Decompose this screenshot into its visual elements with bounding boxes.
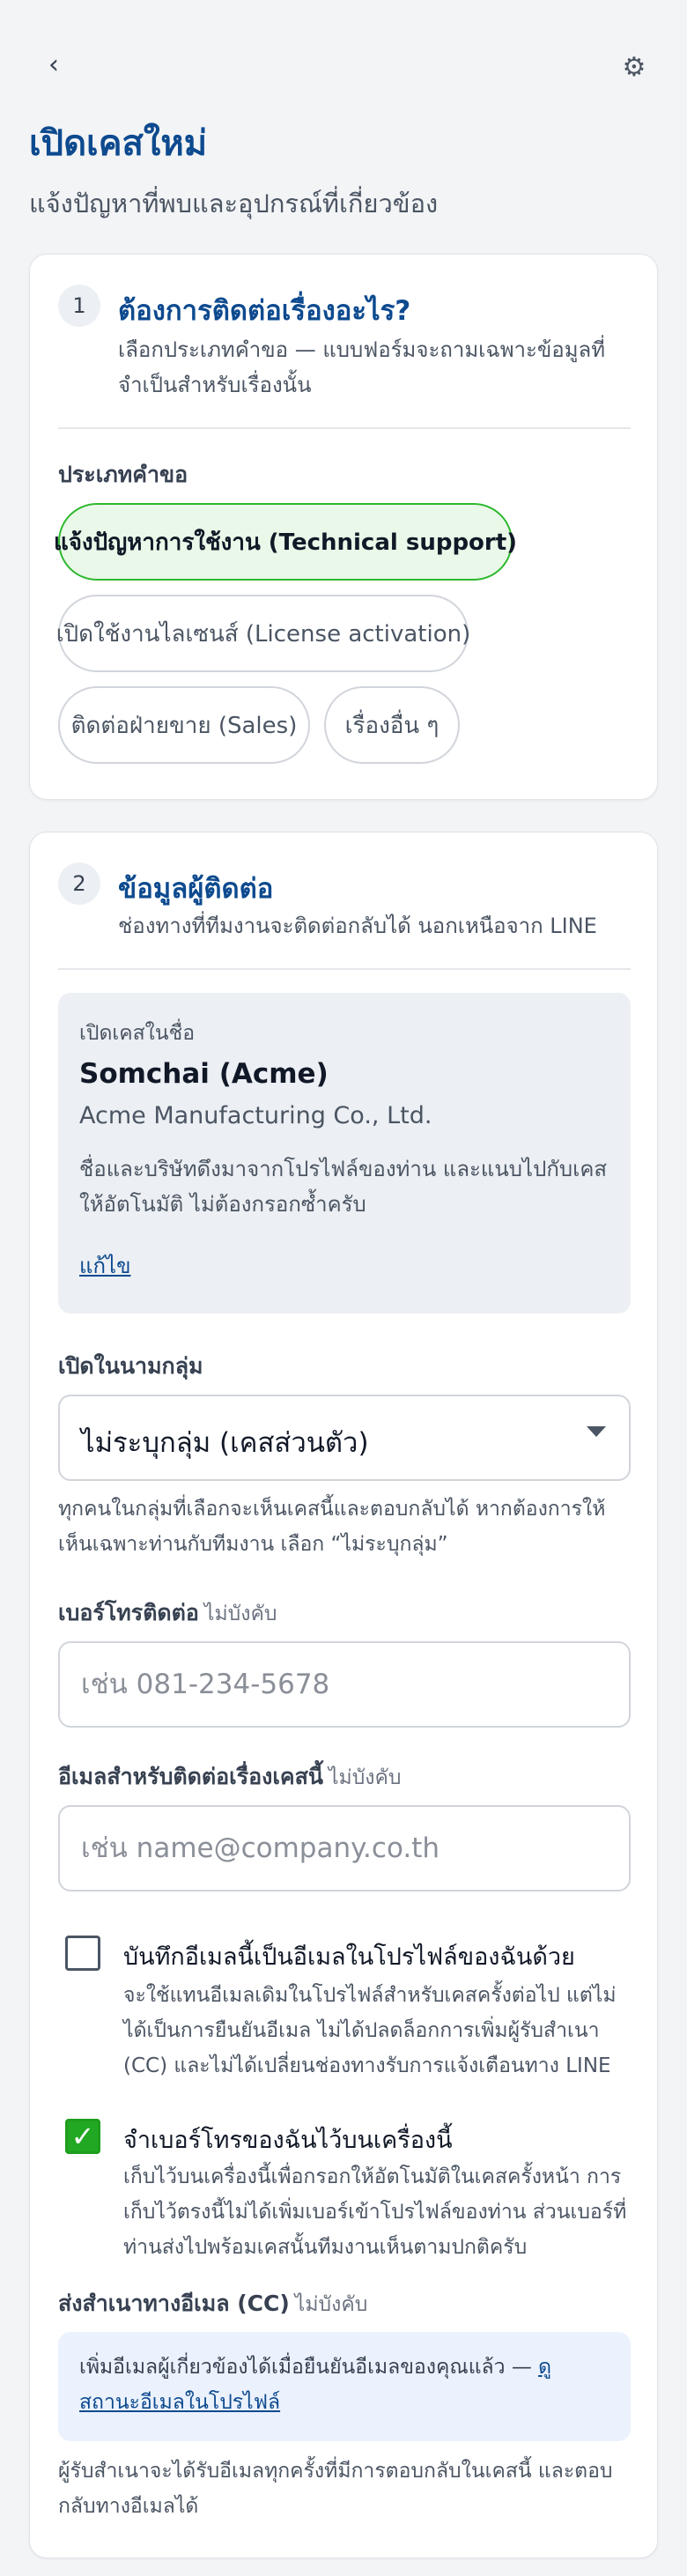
gear-icon: ⚙ <box>622 51 646 83</box>
option-other[interactable]: เรื่องอื่น ๆ <box>324 686 460 764</box>
cc-help-text: ผู้รับสำเนาจะได้รับอีเมลทุกครั้งที่มีการ… <box>58 2460 613 2518</box>
settings-button[interactable]: ⚙ <box>617 49 652 85</box>
option-label: เรื่องอื่น ๆ <box>344 712 440 739</box>
optional-tag: ไม่บังคับ <box>203 1603 277 1625</box>
check-icon: ✓ <box>70 2120 95 2153</box>
owner-caption: เปิดเคสในชื่อ <box>79 1022 196 1045</box>
step-number: 2 <box>58 862 100 905</box>
option-label: เปิดใช้งานไลเซนส์ (License activation) <box>55 620 471 648</box>
cc-label: ส่งสำเนาทางอีเมล (CC) ไม่บังคับ <box>58 2286 367 2321</box>
remember-phone-description: เก็บไว้บนเครื่องนี้เพื่อกรอกให้อัตโนมัติ… <box>123 2165 627 2259</box>
cc-label-text: ส่งสำเนาทางอีเมล (CC) <box>58 2291 290 2316</box>
chevron-left-icon: ‹ <box>48 48 59 80</box>
group-label: เปิดในนามกลุ่ม <box>58 1353 203 1379</box>
remember-phone-checkbox[interactable]: ✓ <box>65 2119 100 2154</box>
cc-info-text: เพิ่มอีเมลผู้เกี่ยวข้องได้เมื่อยืนยันอีเ… <box>79 2356 539 2379</box>
cc-info-box: เพิ่มอีเมลผู้เกี่ยวข้องได้เมื่อยืนยันอีเ… <box>58 2332 631 2441</box>
back-button[interactable]: ‹ <box>39 48 69 80</box>
save-email-checkbox[interactable] <box>65 1936 100 1971</box>
phone-label: เบอร์โทรติดต่อ ไม่บังคับ <box>58 1595 277 1631</box>
page-subtitle: แจ้งปัญหาที่พบและอุปกรณ์ที่เกี่ยวข้อง <box>29 189 439 218</box>
optional-tag: ไม่บังคับ <box>294 2293 368 2316</box>
owner-name: Somchai (Acme) <box>79 1058 329 1090</box>
section-title: ต้องการติดต่อเรื่องอะไร? <box>118 295 411 327</box>
email-label: อีเมลสำหรับติดต่อเรื่องเคสนี้ ไม่บังคับ <box>58 1759 402 1795</box>
email-label-text: อีเมลสำหรับติดต่อเรื่องเคสนี้ <box>58 1764 323 1789</box>
save-email-description: จะใช้แทนอีเมลเดิมในโปรไฟล์สำหรับเคสครั้ง… <box>123 1984 617 2077</box>
owner-company: Acme Manufacturing Co., Ltd. <box>79 1102 432 1129</box>
case-owner-panel: เปิดเคสในชื่อ Somchai (Acme) Acme Manufa… <box>58 993 631 1314</box>
section-description: ช่องทางที่ทีมงานจะติดต่อกลับได้ นอกเหนือ… <box>118 914 597 938</box>
page-title: เปิดเคสใหม่ <box>29 123 208 164</box>
option-sales[interactable]: ติดต่อฝ่ายขาย (Sales) <box>58 686 310 764</box>
section-description: เลือกประเภทคำขอ — แบบฟอร์มจะถามเฉพาะข้อม… <box>118 337 606 397</box>
request-type-card: 1 ต้องการติดต่อเรื่องอะไร? เลือกประเภทคำ… <box>29 254 658 800</box>
email-input[interactable] <box>58 1805 631 1891</box>
group-help-text: ทุกคนในกลุ่มที่เลือกจะเห็นเคสนี้และตอบกล… <box>58 1498 606 1556</box>
owner-note: ชื่อและบริษัทดึงมาจากโปรไฟล์ของท่าน และแ… <box>79 1157 608 1217</box>
phone-input[interactable] <box>58 1641 631 1728</box>
section-divider <box>58 427 631 429</box>
top-bar: ‹ ⚙ <box>0 0 687 132</box>
option-technical-support[interactable]: แจ้งปัญหาการใช้งาน (Technical support) <box>54 503 517 581</box>
caret-down-icon <box>587 1426 606 1437</box>
edit-owner-link[interactable]: แก้ไข <box>79 1248 130 1283</box>
remember-phone-label[interactable]: จำเบอร์โทรของฉันไว้บนเครื่องนี้ <box>123 2121 453 2158</box>
optional-tag: ไม่บังคับ <box>328 1766 402 1789</box>
group-select[interactable]: ไม่ระบุกลุ่ม (เคสส่วนตัว) <box>58 1395 631 1481</box>
phone-label-text: เบอร์โทรติดต่อ <box>58 1600 199 1625</box>
option-label: แจ้งปัญหาการใช้งาน (Technical support) <box>53 529 518 556</box>
save-email-label[interactable]: บันทึกอีเมลนี้เป็นอีเมลในโปรไฟล์ของฉันด้… <box>123 1937 575 1975</box>
option-license-activation[interactable]: เปิดใช้งานไลเซนส์ (License activation) <box>55 595 471 672</box>
section-title: ข้อมูลผู้ติดต่อ <box>118 873 274 905</box>
request-type-label: ประเภทคำขอ <box>58 462 188 487</box>
contact-info-card: 2 ข้อมูลผู้ติดต่อ ช่องทางที่ทีมงานจะติดต… <box>29 832 658 2558</box>
option-label: ติดต่อฝ่ายขาย (Sales) <box>70 712 298 739</box>
section-divider <box>58 968 631 970</box>
group-select-value: ไม่ระบุกลุ่ม (เคสส่วนตัว) <box>81 1427 369 1459</box>
step-number: 1 <box>58 285 100 327</box>
